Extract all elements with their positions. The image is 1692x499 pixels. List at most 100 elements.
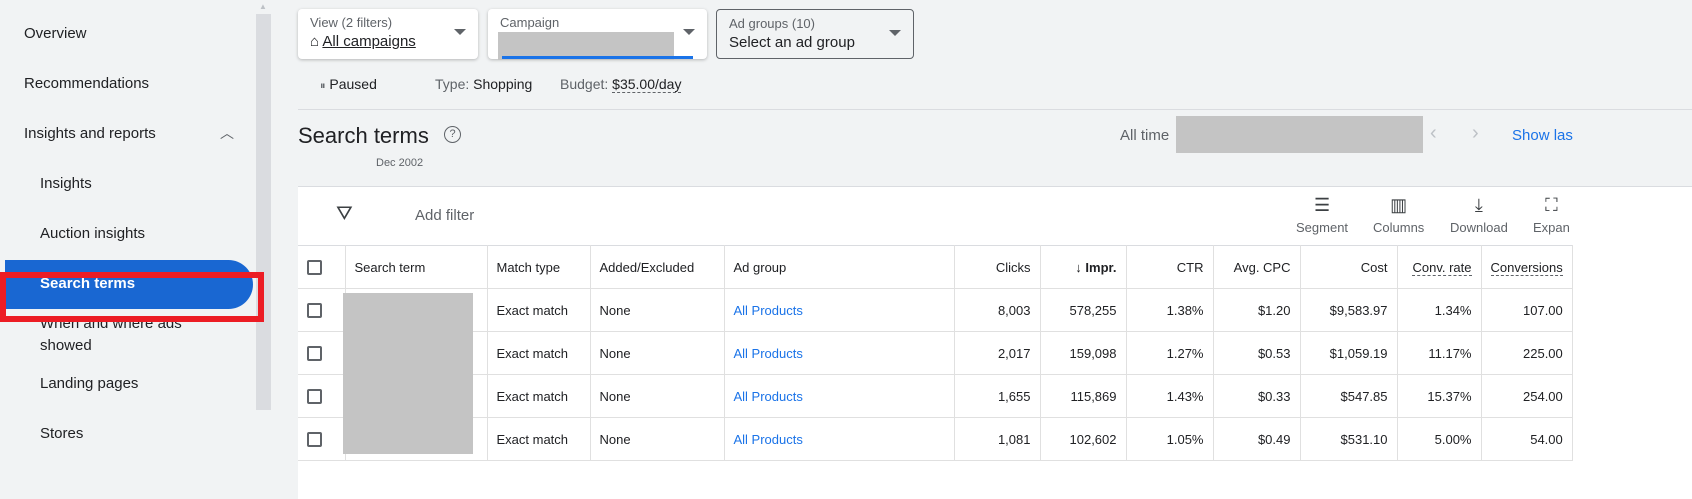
page-title: Search terms	[298, 123, 429, 148]
col-conv-rate[interactable]: Conv. rate	[1396, 245, 1482, 289]
cell-conv-rate: 11.17%	[1396, 331, 1482, 375]
cell-match-type: Exact match	[486, 374, 591, 418]
campaign-type: Type: Shopping	[435, 76, 533, 92]
redacted-search-terms	[343, 293, 473, 454]
col-match-type[interactable]: Match type	[486, 245, 591, 289]
cell-impr: 115,869	[1039, 374, 1127, 418]
show-last-link[interactable]: Show las	[1512, 127, 1573, 144]
col-conversions[interactable]: Conversions	[1480, 245, 1573, 289]
sidebar-scrollbar[interactable]	[256, 14, 271, 410]
col-ad-group[interactable]: Ad group	[723, 245, 955, 289]
ad-group-link[interactable]: All Products	[734, 346, 803, 361]
ad-group-link[interactable]: All Products	[734, 303, 803, 318]
row-checkbox[interactable]	[307, 389, 322, 405]
download-icon: ⤓	[1474, 195, 1483, 215]
cell-ctr: 1.05%	[1125, 417, 1214, 461]
filter-icon[interactable]: ⛛	[336, 203, 353, 226]
cell-match-type: Exact match	[486, 288, 591, 332]
search-terms-table: Search term Match type Added/Excluded Ad…	[298, 245, 1573, 461]
col-avg-cpc[interactable]: Avg. CPC	[1212, 245, 1301, 289]
sidebar: Overview Recommendations Insights and re…	[0, 0, 272, 499]
cell-cost: $9,583.97	[1299, 288, 1398, 332]
col-cost[interactable]: Cost	[1299, 245, 1398, 289]
date-subtitle: Dec 2002	[376, 157, 424, 166]
ad-group-link[interactable]: All Products	[734, 432, 803, 447]
cell-cost: $1,059.19	[1299, 331, 1398, 375]
view-filter-dropdown[interactable]: View (2 filters) ⌂ All campaigns	[298, 9, 478, 59]
col-impr[interactable]: ↓ Impr.	[1039, 245, 1127, 289]
download-button[interactable]: ⤓ Download	[1450, 195, 1508, 235]
sidebar-item-overview[interactable]: Overview	[24, 25, 87, 42]
chevron-right-icon[interactable]: ›	[1472, 122, 1479, 145]
row-checkbox[interactable]	[307, 346, 322, 362]
redacted-date-range[interactable]	[1176, 116, 1423, 153]
view-label: View (2 filters)	[310, 15, 393, 30]
cell-clicks: 8,003	[953, 288, 1041, 332]
campaign-budget: Budget: $35.00/day	[560, 76, 682, 93]
cell-avg-cpc: $0.33	[1212, 374, 1301, 418]
sidebar-item-auction-insights[interactable]: Auction insights	[40, 225, 145, 242]
ad-groups-dropdown[interactable]: Ad groups (10) Select an ad group	[716, 9, 914, 59]
col-added-excluded[interactable]: Added/Excluded	[589, 245, 725, 289]
cell-clicks: 2,017	[953, 331, 1041, 375]
cell-ad-group: All Products	[723, 374, 955, 418]
view-value: All campaigns	[322, 33, 416, 50]
caret-down-icon	[889, 30, 901, 36]
selection-underline	[502, 56, 693, 59]
cell-avg-cpc: $0.53	[1212, 331, 1301, 375]
chevron-up-icon[interactable]: ︿	[220, 123, 234, 143]
cell-impr: 159,098	[1039, 331, 1127, 375]
sidebar-item-search-terms[interactable]: Search terms	[5, 260, 253, 309]
cell-added-excluded: None	[589, 331, 725, 375]
cell-match-type: Exact match	[486, 417, 591, 461]
ad-group-link[interactable]: All Products	[734, 389, 803, 404]
table-row: Exact match None All Products 8,003 578,255 1…	[298, 288, 1573, 332]
sidebar-item-stores[interactable]: Stores	[40, 425, 83, 442]
expand-button[interactable]: ⛶ Expan	[1533, 195, 1570, 235]
caret-down-icon	[683, 29, 695, 35]
col-ctr[interactable]: CTR	[1125, 245, 1214, 289]
col-clicks[interactable]: Clicks	[953, 245, 1041, 289]
campaign-dropdown[interactable]: Campaign	[488, 9, 707, 60]
cell-ad-group: All Products	[723, 331, 955, 375]
ad-groups-value: Select an ad group	[729, 34, 855, 51]
cell-added-excluded: None	[589, 288, 725, 332]
sidebar-item-landing-pages[interactable]: Landing pages	[40, 375, 138, 392]
sidebar-item-recommendations[interactable]: Recommendations	[24, 75, 149, 92]
table-row: Exact match None All Products 1,655 115,869 1…	[298, 374, 1573, 418]
help-icon[interactable]: ?	[444, 126, 461, 143]
columns-button[interactable]: ▥ Columns	[1373, 195, 1424, 235]
cell-cost: $547.85	[1299, 374, 1398, 418]
add-filter-button[interactable]: Add filter	[415, 207, 474, 224]
table-row: Exact match None All Products 2,017 159,098 1…	[298, 331, 1573, 375]
pause-icon: ⏸	[320, 80, 326, 92]
cell-ctr: 1.38%	[1125, 288, 1214, 332]
chevron-left-icon[interactable]: ‹	[1430, 122, 1437, 145]
caret-down-icon	[454, 29, 466, 35]
cell-cost: $531.10	[1299, 417, 1398, 461]
cell-impr: 578,255	[1039, 288, 1127, 332]
cell-ad-group: All Products	[723, 417, 955, 461]
sidebar-item-insights[interactable]: Insights	[40, 175, 92, 192]
segment-button[interactable]: ☰ Segment	[1296, 195, 1348, 235]
cell-match-type: Exact match	[486, 331, 591, 375]
cell-conversions: 107.00	[1480, 288, 1573, 332]
col-search-term[interactable]: Search term	[344, 245, 488, 289]
cell-conversions: 54.00	[1480, 417, 1573, 461]
sidebar-item-when-where[interactable]: When and where ads showed	[40, 313, 220, 357]
table-card: ⛛ Add filter ☰ Segment ▥ Columns ⤓ Download…	[298, 186, 1692, 499]
campaign-label: Campaign	[500, 15, 560, 30]
sidebar-item-insights-reports[interactable]: Insights and reports	[24, 125, 156, 142]
cell-avg-cpc: $0.49	[1212, 417, 1301, 461]
sort-arrow-icon: ↓	[1075, 259, 1082, 275]
columns-icon: ▥	[1390, 195, 1408, 215]
scroll-up-arrow[interactable]: ▲	[259, 2, 267, 11]
date-range-label: All time	[1120, 127, 1170, 144]
cell-added-excluded: None	[589, 374, 725, 418]
cell-avg-cpc: $1.20	[1212, 288, 1301, 332]
row-checkbox[interactable]	[307, 432, 322, 448]
select-all-checkbox[interactable]	[307, 260, 322, 276]
table-header-row: Search term Match type Added/Excluded Ad…	[298, 245, 1573, 289]
row-checkbox[interactable]	[307, 303, 322, 319]
cell-ctr: 1.43%	[1125, 374, 1214, 418]
